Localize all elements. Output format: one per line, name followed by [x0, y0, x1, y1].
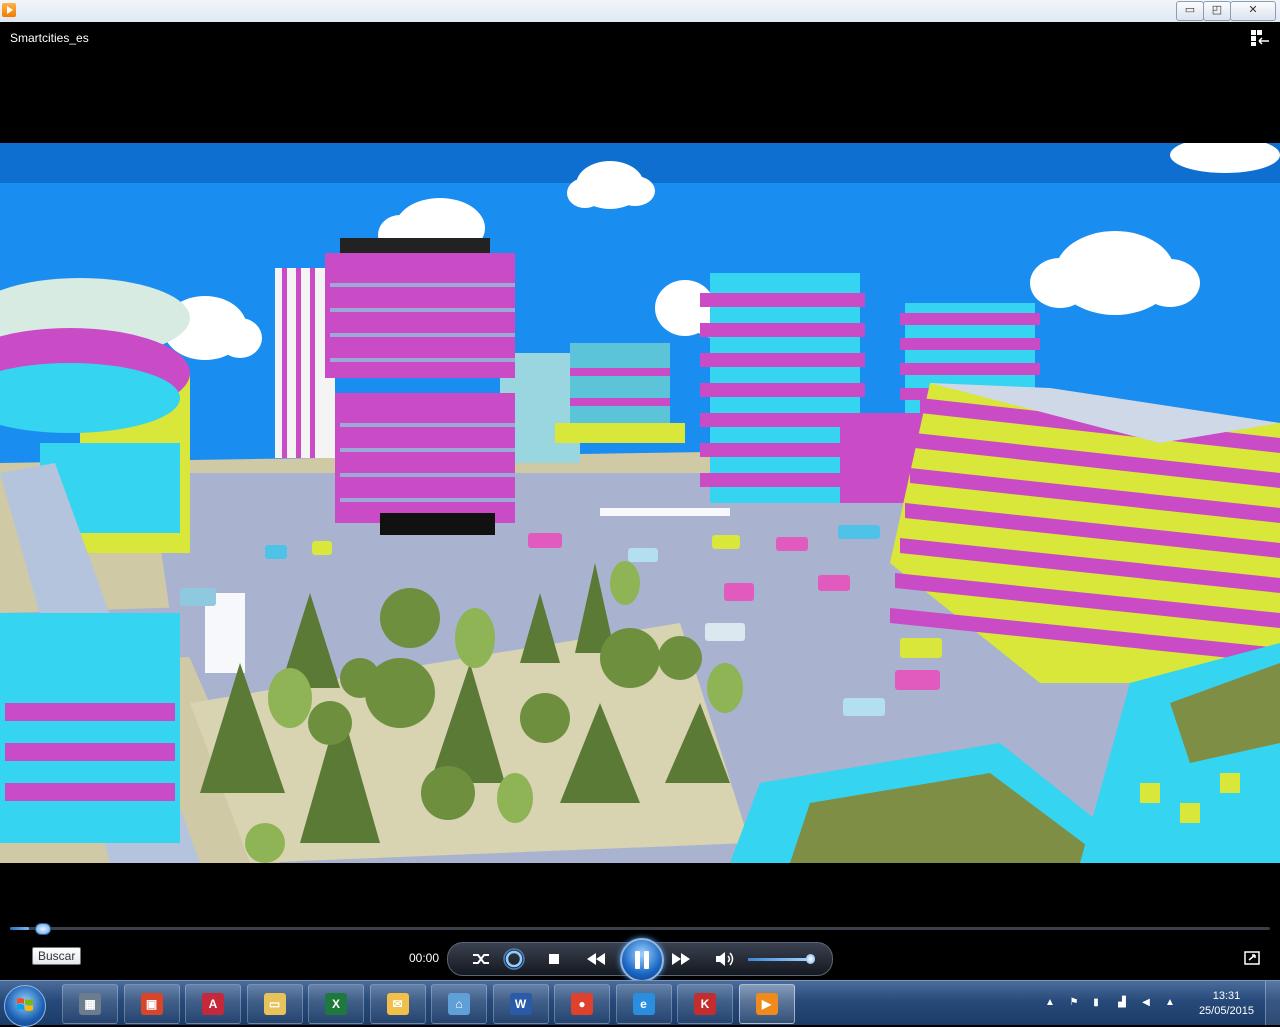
cloud-sync-icon[interactable]: ▲: [1164, 997, 1176, 1009]
file-explorer-app-icon: ▭: [263, 993, 286, 1015]
show-desktop-button[interactable]: [1265, 981, 1280, 1025]
presentation-app[interactable]: ▣: [123, 984, 180, 1024]
word-app[interactable]: W: [492, 984, 549, 1024]
presentation-app-icon: ▣: [140, 993, 163, 1015]
minimize-icon: ▭: [1184, 4, 1196, 16]
network-app[interactable]: ⌂: [431, 984, 487, 1024]
shuffle-icon[interactable]: [468, 947, 494, 971]
chrome-app-icon: ●: [571, 993, 593, 1015]
next-icon[interactable]: [668, 947, 694, 971]
elapsed-time: 00:00: [409, 951, 440, 965]
restore-icon: ◰: [1211, 4, 1223, 16]
taskbar: ▦ ▣ A ▭ X ✉ ⌂ W ● e K ▶ ▲ ⚑ ▮ ▟ ◀ ▲ 13:31 25/05/201…: [0, 980, 1280, 1027]
player-window: Smartcities_es Buscar 00:00: [0, 22, 1280, 982]
volume-tray-icon[interactable]: ◀: [1140, 997, 1152, 1009]
show-hidden-icons-icon[interactable]: ▲: [1044, 997, 1056, 1009]
video-frame[interactable]: [0, 143, 1280, 863]
internet-explorer-app-icon: e: [632, 993, 655, 1015]
volume-thumb[interactable]: [805, 954, 815, 964]
excel-app[interactable]: X: [308, 984, 364, 1024]
system-tray: ▲ ⚑ ▮ ▟ ◀ ▲ 13:31 25/05/2015: [1040, 981, 1280, 1025]
volume-level: [748, 958, 811, 961]
pdf-app-icon: A: [202, 993, 224, 1015]
kaspersky-app-icon: K: [694, 993, 716, 1015]
network-signal-icon[interactable]: ▟: [1116, 997, 1128, 1009]
stop-icon[interactable]: [541, 947, 567, 971]
internet-explorer-app[interactable]: e: [615, 984, 672, 1024]
previous-icon[interactable]: [583, 947, 609, 971]
close-icon: ✕: [1248, 4, 1258, 16]
volume-slider[interactable]: [748, 954, 815, 964]
mail-app[interactable]: ✉: [369, 984, 426, 1024]
kaspersky-app[interactable]: K: [677, 984, 733, 1024]
action-center-flag-icon[interactable]: ⚑: [1068, 997, 1080, 1009]
file-explorer-app[interactable]: ▭: [246, 984, 303, 1024]
window-title-bar[interactable]: ▭ ◰ ✕: [0, 0, 1280, 23]
seek-thumb[interactable]: [34, 923, 51, 935]
switch-view-icon[interactable]: [1251, 30, 1269, 46]
media-player-app-icon: ▶: [755, 993, 778, 1015]
calculator-app[interactable]: ▦: [62, 984, 118, 1024]
clock-time: 13:31: [1212, 990, 1241, 1002]
minimize-button[interactable]: ▭: [1176, 1, 1204, 21]
seek-progress: [10, 927, 29, 930]
restore-button[interactable]: ◰: [1203, 1, 1231, 21]
pause-button[interactable]: [620, 938, 664, 982]
media-player-icon: [2, 3, 16, 17]
speaker-icon[interactable]: [712, 947, 738, 971]
mail-app-icon: ✉: [386, 993, 409, 1015]
pdf-app[interactable]: A: [185, 984, 241, 1024]
power-icon[interactable]: ▮: [1090, 997, 1102, 1009]
media-title: Smartcities_es: [10, 31, 89, 45]
windows-logo-icon: [17, 998, 33, 1011]
clock[interactable]: 13:31 25/05/2015: [1199, 989, 1254, 1019]
chrome-app[interactable]: ●: [554, 984, 610, 1024]
clock-date: 25/05/2015: [1198, 1005, 1254, 1017]
transport-controls: [447, 938, 833, 982]
start-button[interactable]: [4, 985, 46, 1027]
network-app-icon: ⌂: [448, 993, 470, 1015]
seek-bar[interactable]: [10, 923, 1270, 935]
fullscreen-icon[interactable]: [1244, 951, 1260, 965]
close-button[interactable]: ✕: [1230, 1, 1276, 21]
calculator-app-icon: ▦: [79, 993, 101, 1015]
word-app-icon: W: [509, 993, 532, 1015]
media-player-app[interactable]: ▶: [738, 984, 795, 1024]
excel-app-icon: X: [325, 993, 347, 1015]
seek-tooltip: Buscar: [32, 947, 82, 965]
repeat-icon[interactable]: [501, 947, 527, 971]
